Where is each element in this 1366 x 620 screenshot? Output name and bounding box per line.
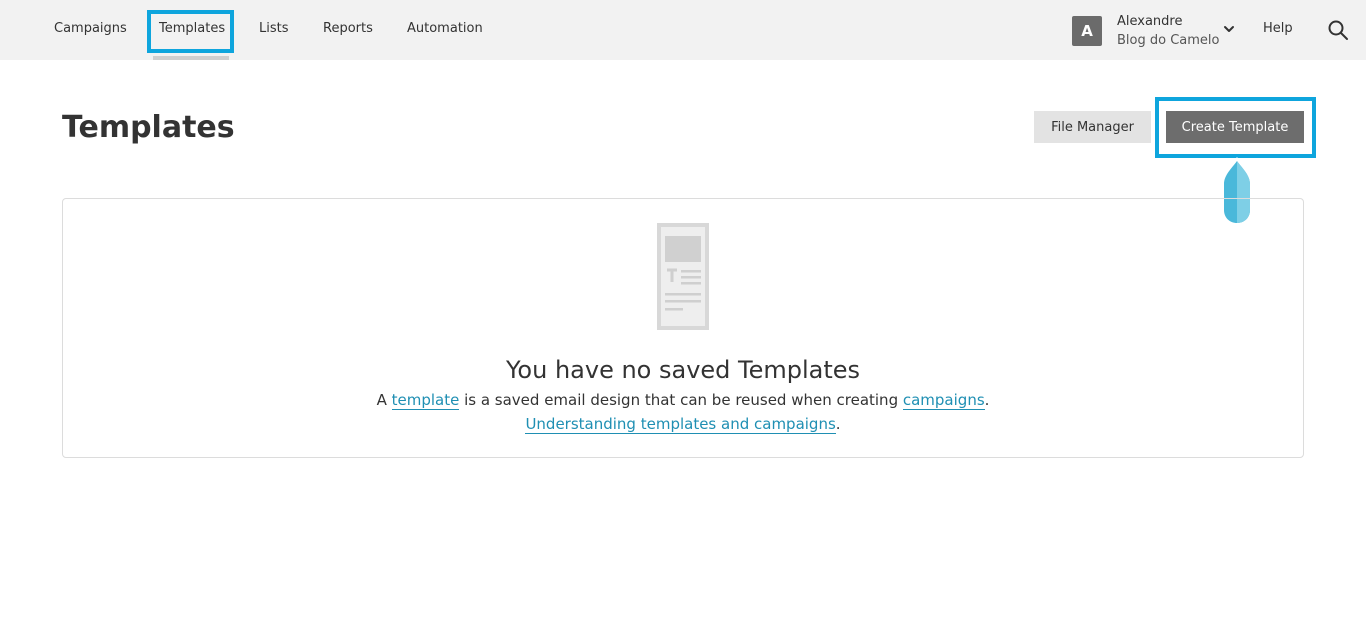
page-title: Templates [62, 110, 235, 145]
template-link[interactable]: template [391, 391, 460, 410]
nav-campaigns[interactable]: Campaigns [54, 21, 127, 36]
nav-active-indicator [153, 56, 229, 60]
chevron-down-icon[interactable] [1222, 22, 1236, 36]
file-manager-button[interactable]: File Manager [1034, 111, 1151, 143]
nav-lists[interactable]: Lists [259, 21, 289, 36]
user-organization[interactable]: Blog do Camelo [1117, 33, 1219, 48]
empty-state-title: You have no saved Templates [505, 356, 861, 384]
empty-state-description: A template is a saved email design that … [376, 391, 990, 410]
help-link[interactable]: Help [1263, 21, 1293, 36]
templates-tab-highlight [147, 10, 234, 53]
nav-automation[interactable]: Automation [407, 21, 483, 36]
user-name[interactable]: Alexandre [1117, 14, 1182, 29]
create-template-highlight [1155, 97, 1316, 158]
nav-reports[interactable]: Reports [323, 21, 373, 36]
document-template-icon [657, 223, 709, 330]
understanding-templates-link[interactable]: Understanding templates and campaigns [525, 415, 836, 434]
avatar[interactable]: A [1072, 16, 1102, 46]
empty-state-help-line: Understanding templates and campaigns. [525, 415, 841, 434]
search-icon[interactable] [1327, 19, 1349, 41]
campaigns-link[interactable]: campaigns [902, 391, 985, 410]
